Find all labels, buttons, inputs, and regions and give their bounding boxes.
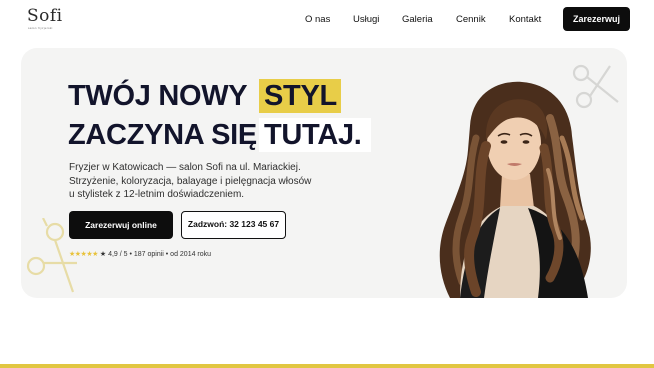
- star-icon: ★★★★★: [69, 251, 98, 258]
- site-header: Sofi salon fryzjerski O nas Usługi Galer…: [0, 0, 654, 40]
- headline-line-2: ZACZYNA SIĘ: [68, 119, 257, 151]
- nav-book-button[interactable]: Zarezerwuj: [563, 7, 630, 31]
- nav-link-kontakt[interactable]: Kontakt: [509, 13, 541, 27]
- hero-section: TWÓJ NOWY STYL ZACZYNA SIĘ TUTAJ. Fryzje…: [21, 48, 627, 298]
- brand-name: Sofi: [27, 6, 63, 26]
- nav-link-cennik[interactable]: Cennik: [456, 13, 486, 27]
- hero-description-line: u stylistek z 12-letnim doświadczeniem.: [69, 189, 245, 200]
- hero-description-line: Strzyżenie, koloryzacja, balayage i piel…: [69, 175, 312, 187]
- brand-tagline: salon fryzjerski: [28, 26, 53, 30]
- brand-logo[interactable]: Sofi salon fryzjerski: [27, 6, 63, 32]
- rating-summary: ★★★★★ ★ 4,9 / 5 • 187 opinii • od 2014 r…: [69, 249, 211, 260]
- call-button[interactable]: Zadzwoń: 32 123 45 67: [181, 211, 286, 239]
- nav-link-uslugi[interactable]: Usługi: [353, 13, 379, 27]
- hero-description: Fryzjer w Katowicach — salon Sofi na ul.…: [69, 161, 331, 202]
- nav-link-galeria[interactable]: Galeria: [402, 13, 433, 27]
- rating-text: ★ 4,9 / 5 • 187 opinii • od 2014 roku: [99, 251, 212, 258]
- headline-highlight-word-1: STYL: [264, 80, 337, 112]
- headline-line-1: TWÓJ NOWY: [68, 80, 248, 112]
- book-online-button[interactable]: Zarezerwuj online: [69, 211, 173, 239]
- headline-highlight-word-2: TUTAJ.: [264, 119, 362, 151]
- stylist-portrait-image: [439, 81, 591, 298]
- nav-link-o-nas[interactable]: O nas: [305, 13, 330, 27]
- bottom-accent-stripe: [0, 364, 654, 368]
- hero-description-line: Fryzjer w Katowicach — salon Sofi na ul.…: [69, 162, 301, 173]
